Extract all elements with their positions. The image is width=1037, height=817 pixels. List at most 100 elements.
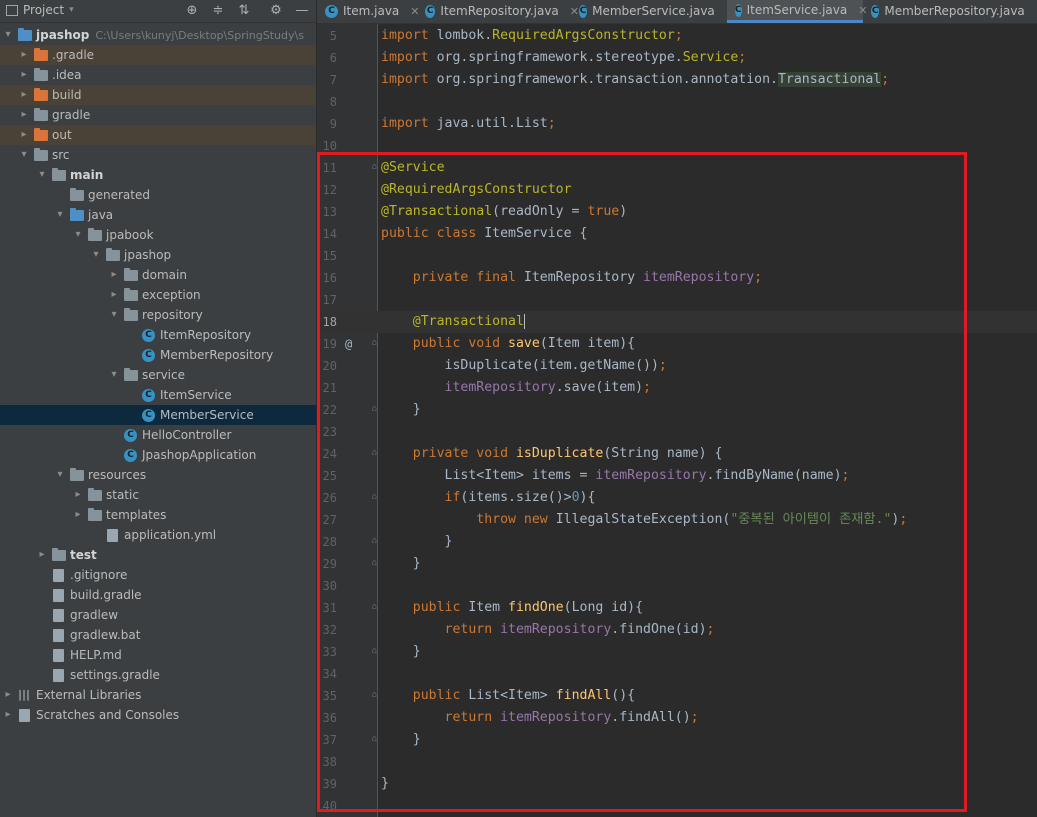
fold-marker-icon[interactable]: ⌂ (370, 404, 379, 415)
code-line[interactable]: 19 @ ⌂ public void save(Item item){ (317, 333, 1037, 355)
chevron-down-icon[interactable]: ▾ (2, 25, 14, 45)
tree-item-itemservice[interactable]: C ItemService (0, 385, 316, 405)
implements-marker-icon[interactable]: @ (345, 333, 352, 355)
code-line[interactable]: 23 (317, 421, 1037, 443)
tree-item-jpashopapplication[interactable]: C JpashopApplication (0, 445, 316, 465)
collapse-all-icon[interactable]: ⇅ (235, 2, 253, 20)
chevron-down-icon[interactable]: ▾ (90, 245, 102, 265)
fold-marker-icon[interactable]: ⌂ (370, 646, 379, 657)
tree-item-src[interactable]: ▾ src (0, 145, 316, 165)
chevron-right-icon[interactable]: ▸ (108, 285, 120, 305)
code-line[interactable]: 38 (317, 751, 1037, 773)
chevron-right-icon[interactable]: ▸ (18, 125, 30, 145)
chevron-right-icon[interactable]: ▸ (18, 105, 30, 125)
tree-item-gradle[interactable]: ▸ gradle (0, 105, 316, 125)
tree-item-settings-gradle[interactable]: settings.gradle (0, 665, 316, 685)
tree-item-exception[interactable]: ▸ exception (0, 285, 316, 305)
chevron-right-icon[interactable]: ▸ (18, 85, 30, 105)
code-line[interactable]: 17 (317, 289, 1037, 311)
chevron-down-icon[interactable]: ▾ (18, 145, 30, 165)
code-line[interactable]: 30 (317, 575, 1037, 597)
code-line[interactable]: 36 return itemRepository.findAll(); (317, 707, 1037, 729)
code-line[interactable]: 24 ⌂ private void isDuplicate(String name… (317, 443, 1037, 465)
tree-item-gitignore[interactable]: .gitignore (0, 565, 316, 585)
code-line[interactable]: 16 private final ItemRepository itemRepo… (317, 267, 1037, 289)
code-line[interactable]: 26 ⌂ if(items.size()>0){ (317, 487, 1037, 509)
code-line[interactable]: 5 import lombok.RequiredArgsConstructor; (317, 25, 1037, 47)
code-line[interactable]: 12 @RequiredArgsConstructor (317, 179, 1037, 201)
fold-marker-icon[interactable]: ⌂ (370, 448, 379, 459)
chevron-down-icon[interactable]: ▾ (108, 305, 120, 325)
tree-item-build[interactable]: ▸ build (0, 85, 316, 105)
tab-itemservice[interactable]: C ItemService.java ✕ (727, 0, 867, 23)
chevron-down-icon[interactable]: ▾ (36, 165, 48, 185)
code-line[interactable]: 31 ⌂ public Item findOne(Long id){ (317, 597, 1037, 619)
tree-item-help-md[interactable]: HELP.md (0, 645, 316, 665)
chevron-right-icon[interactable]: ▸ (72, 485, 84, 505)
project-view-selector[interactable]: Project ▾ (6, 3, 74, 17)
tab-itemrepository[interactable]: C ItemRepository.java ✕ (417, 0, 579, 23)
code-line[interactable]: 13 @Transactional(readOnly = true) (317, 201, 1037, 223)
code-editor[interactable]: 5 import lombok.RequiredArgsConstructor; 6… (317, 24, 1037, 817)
fold-marker-icon[interactable]: ⌂ (370, 690, 379, 701)
code-line[interactable]: 28 ⌂ } (317, 531, 1037, 553)
fold-marker-icon[interactable]: ⌂ (370, 338, 379, 349)
code-line[interactable]: 39} (317, 773, 1037, 795)
code-line[interactable]: 9 import java.util.List; (317, 113, 1037, 135)
code-line[interactable]: 33 ⌂ } (317, 641, 1037, 663)
tree-item-build-gradle[interactable]: build.gradle (0, 585, 316, 605)
tree-item-out[interactable]: ▸ out (0, 125, 316, 145)
chevron-down-icon[interactable]: ▾ (54, 465, 66, 485)
tree-item-static[interactable]: ▸ static (0, 485, 316, 505)
tree-item-jpashop[interactable]: ▾ jpashop C:\Users\kunyj\Desktop\SpringStu… (0, 25, 316, 45)
tree-item-java[interactable]: ▾ java (0, 205, 316, 225)
fold-marker-icon[interactable]: ⌂ (370, 492, 379, 503)
tree-item-test[interactable]: ▸ test (0, 545, 316, 565)
code-line[interactable]: 34 (317, 663, 1037, 685)
tab-memberservice[interactable]: CMemberService.java✕ (571, 0, 735, 23)
chevron-down-icon[interactable]: ▾ (108, 365, 120, 385)
chevron-right-icon[interactable]: ▸ (108, 265, 120, 285)
code-line[interactable]: 18 @Transactional (317, 311, 1037, 333)
code-line[interactable]: 22 ⌂ } (317, 399, 1037, 421)
tree-item-generated[interactable]: generated (0, 185, 316, 205)
tree-item-resources[interactable]: ▾ resources (0, 465, 316, 485)
tree-item-external-libraries[interactable]: ▸ ||| External Libraries (0, 685, 316, 705)
chevron-right-icon[interactable]: ▸ (18, 65, 30, 85)
code-line[interactable]: 14 public class ItemService { (317, 223, 1037, 245)
code-line[interactable]: 29 ⌂ } (317, 553, 1037, 575)
code-line[interactable]: 6 import org.springframework.stereotype.S… (317, 47, 1037, 69)
chevron-down-icon[interactable]: ▾ (72, 225, 84, 245)
code-line[interactable]: 11 ⌂ @Service (317, 157, 1037, 179)
chevron-down-icon[interactable]: ▾ (54, 205, 66, 225)
fold-marker-icon[interactable]: ⌂ (370, 602, 379, 613)
gear-icon[interactable]: ⚙ (267, 2, 285, 20)
tree-item-repository[interactable]: ▾ repository (0, 305, 316, 325)
code-line[interactable]: 10 (317, 135, 1037, 157)
chevron-right-icon[interactable]: ▸ (72, 505, 84, 525)
tree-item-main[interactable]: ▾ main (0, 165, 316, 185)
fold-marker-icon[interactable]: ⌂ (370, 536, 379, 547)
tree-item-gradlew[interactable]: gradlew (0, 605, 316, 625)
code-line[interactable]: 20 isDuplicate(item.getName()); (317, 355, 1037, 377)
code-line[interactable]: 8 (317, 91, 1037, 113)
tree-item-scratches-and-consoles[interactable]: ▸ Scratches and Consoles (0, 705, 316, 725)
tree-item-service[interactable]: ▾ service (0, 365, 316, 385)
minimize-icon[interactable]: — (293, 2, 311, 20)
tree-item-itemrepository[interactable]: C ItemRepository (0, 325, 316, 345)
chevron-right-icon[interactable]: ▸ (36, 545, 48, 565)
code-line[interactable]: 35 ⌂ public List<Item> findAll(){ (317, 685, 1037, 707)
tree-item-jpashop[interactable]: ▾ jpashop (0, 245, 316, 265)
code-line[interactable]: 7 import org.springframework.transaction.… (317, 69, 1037, 91)
code-line[interactable]: 15 (317, 245, 1037, 267)
tree-item-hellocontroller[interactable]: C HelloController (0, 425, 316, 445)
fold-marker-icon[interactable]: ⌂ (370, 162, 379, 173)
tree-item-memberservice[interactable]: C MemberService (0, 405, 316, 425)
tree-item-gradlew-bat[interactable]: gradlew.bat (0, 625, 316, 645)
tree-item-domain[interactable]: ▸ domain (0, 265, 316, 285)
tree-item-idea[interactable]: ▸ .idea (0, 65, 316, 85)
tree-item-gradle[interactable]: ▸ .gradle (0, 45, 316, 65)
code-line[interactable]: 40 (317, 795, 1037, 817)
code-line[interactable]: 21 itemRepository.save(item); (317, 377, 1037, 399)
locate-icon[interactable]: ⊕ (183, 2, 201, 20)
